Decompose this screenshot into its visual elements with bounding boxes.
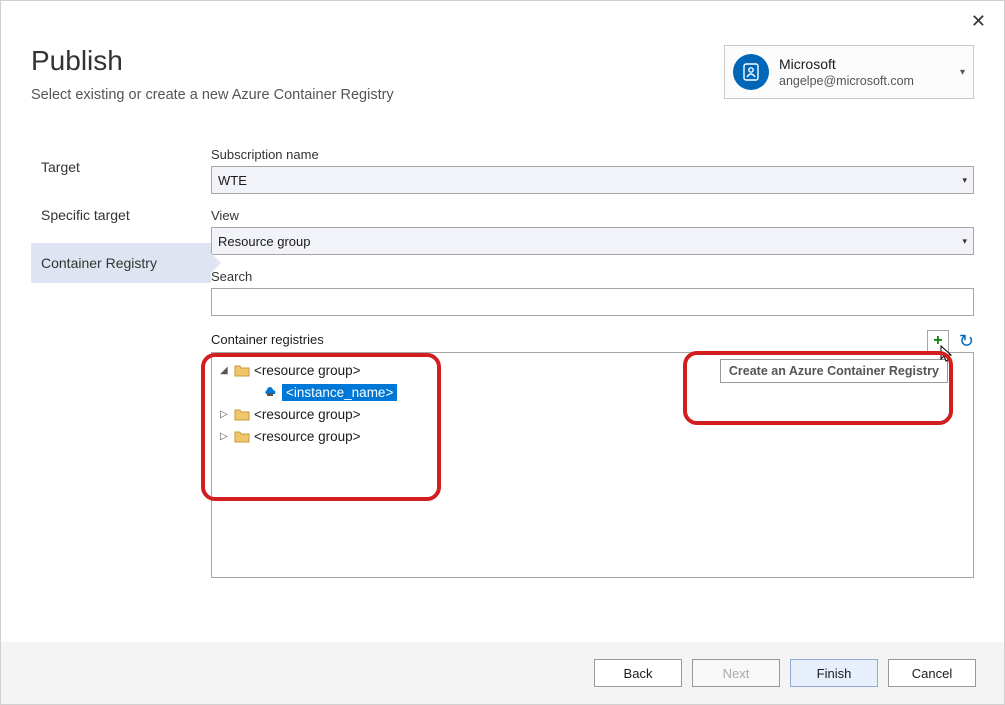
account-badge-icon [733,54,769,90]
step-specific-target[interactable]: Specific target [31,195,211,235]
cancel-button[interactable]: Cancel [888,659,976,687]
view-value: Resource group [218,234,311,249]
account-selector[interactable]: Microsoft angelpe@microsoft.com ▾ [724,45,974,99]
registry-icon [262,384,278,401]
cursor-icon [940,345,954,363]
account-dropdown-icon[interactable]: ▾ [954,67,965,78]
step-container-registry[interactable]: Container Registry [31,243,211,283]
tree-label: <resource group> [254,429,361,444]
tree-row-instance[interactable]: <instance_name> [220,381,965,403]
expander-icon[interactable]: ▷ [220,431,234,442]
tree-row-group-2[interactable]: ▷ <resource group> [220,425,965,447]
folder-icon [234,429,250,443]
chevron-down-icon: ▾ [962,236,967,247]
tree-label: <instance_name> [282,384,397,401]
form-area: Subscription name WTE ▾ View Resource gr… [211,147,974,578]
search-label: Search [211,269,974,284]
expander-icon[interactable]: ▷ [220,409,234,420]
create-registry-tooltip: Create an Azure Container Registry [720,359,948,383]
folder-icon [234,363,250,377]
tree-label: <resource group> [254,407,361,422]
search-input[interactable] [211,288,974,316]
next-button: Next [692,659,780,687]
subscription-label: Subscription name [211,147,974,162]
step-target[interactable]: Target [31,147,211,187]
account-email: angelpe@microsoft.com [779,73,954,89]
create-registry-button[interactable]: + Create an Azure Container Registry [927,330,949,352]
tree-label: <resource group> [254,363,361,378]
wizard-steps: Target Specific target Container Registr… [31,147,211,578]
view-label: View [211,208,974,223]
chevron-down-icon: ▾ [962,175,967,186]
subscription-select[interactable]: WTE ▾ [211,166,974,194]
back-button[interactable]: Back [594,659,682,687]
close-icon[interactable]: ✕ [971,11,986,32]
account-info: Microsoft angelpe@microsoft.com [779,55,954,89]
finish-button[interactable]: Finish [790,659,878,687]
refresh-button[interactable]: ↻ [959,331,974,352]
tree-row-group-1[interactable]: ▷ <resource group> [220,403,965,425]
registry-tree[interactable]: ◢ <resource group> <instance_name> ▷ <re… [211,352,974,578]
account-name: Microsoft [779,55,954,73]
tree-title: Container registries [211,332,324,347]
view-select[interactable]: Resource group ▾ [211,227,974,255]
subscription-value: WTE [218,173,247,188]
dialog-footer: Back Next Finish Cancel [1,642,1004,704]
expander-icon[interactable]: ◢ [220,365,234,376]
folder-icon [234,407,250,421]
